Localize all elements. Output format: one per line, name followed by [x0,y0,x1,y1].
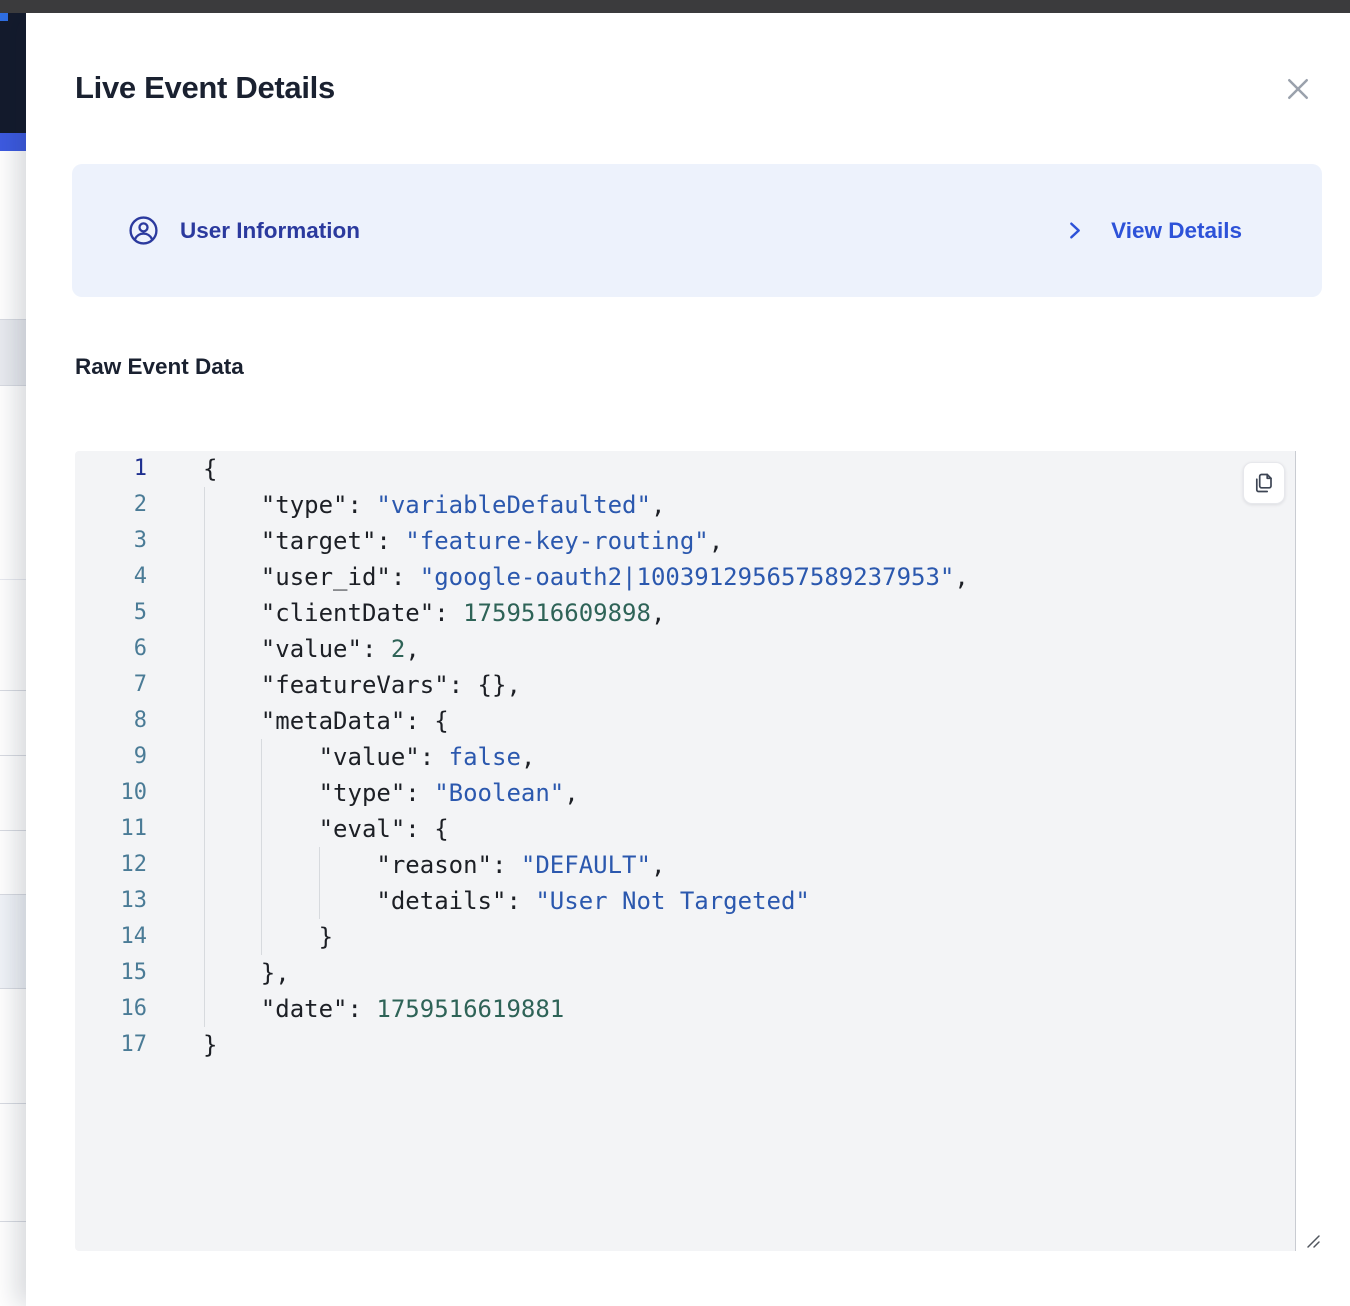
code-line: 7 "featureVars": {}, [75,667,1295,703]
code-line-content: "user_id": "google-oauth2|10039129565758… [203,559,969,595]
background-row-divider [0,690,26,691]
code-line-content: "metaData": { [203,703,449,739]
background-row-divider [0,385,26,386]
x-icon [1283,74,1313,104]
code-line: 5 "clientDate": 1759516609898, [75,595,1295,631]
code-line: 3 "target": "feature-key-routing", [75,523,1295,559]
line-number: 4 [75,559,147,595]
code-line-content: "details": "User Not Targeted" [203,883,810,919]
line-number: 12 [75,847,147,883]
view-details-label: View Details [1111,218,1242,244]
code-line-content: "value": 2, [203,631,420,667]
chevron-right-icon [1062,218,1087,243]
resize-grip[interactable] [1303,1231,1323,1251]
code-line-content: } [203,1027,217,1063]
user-information-group: User Information [128,215,360,246]
background-row-divider [0,319,26,320]
background-table-row-shaded [0,894,26,988]
line-number: 8 [75,703,147,739]
line-number: 6 [75,631,147,667]
background-row-divider [0,894,26,895]
code-line-content: } [203,919,333,955]
line-number: 14 [75,919,147,955]
user-information-banner: User Information View Details [72,164,1322,297]
line-number: 3 [75,523,147,559]
line-number: 17 [75,1027,147,1063]
code-line: 6 "value": 2, [75,631,1295,667]
background-row-divider [0,755,26,756]
code-line: 4 "user_id": "google-oauth2|100391295657… [75,559,1295,595]
page-title: Live Event Details [75,70,335,106]
line-number: 16 [75,991,147,1027]
code-line-content: "value": false, [203,739,535,775]
live-event-details-modal: Live Event Details User Information [26,13,1350,1306]
line-number: 7 [75,667,147,703]
code-line: 8 "metaData": { [75,703,1295,739]
code-line: 11 "eval": { [75,811,1295,847]
window-topbar [0,0,1350,13]
view-details-button[interactable]: View Details [1062,218,1242,244]
close-button[interactable] [1281,72,1315,106]
line-number: 10 [75,775,147,811]
code-line: 16 "date": 1759516619881 [75,991,1295,1027]
background-page-strip [0,13,26,1306]
resize-grip-icon [1304,1232,1322,1250]
code-line: 1{ [75,451,1295,487]
code-scroller: 1{2 "type": "variableDefaulted",3 "targe… [75,451,1295,1251]
code-line: 12 "reason": "DEFAULT", [75,847,1295,883]
line-number: 15 [75,955,147,991]
background-row-divider [0,1221,26,1222]
code-line-content: "featureVars": {}, [203,667,521,703]
background-row-divider [0,988,26,989]
code-line: 2 "type": "variableDefaulted", [75,487,1295,523]
background-row-divider [0,1103,26,1104]
copy-button[interactable] [1243,462,1285,504]
line-number: 1 [75,451,147,487]
code-line: 9 "value": false, [75,739,1295,775]
code-line: 10 "type": "Boolean", [75,775,1295,811]
code-line-content: "clientDate": 1759516609898, [203,595,665,631]
background-row-divider [0,830,26,831]
code-line: 13 "details": "User Not Targeted" [75,883,1295,919]
code-line-content: "date": 1759516619881 [203,991,564,1027]
background-sidebar-header [0,13,26,133]
circle-user-icon [128,215,159,246]
code-line-content: { [203,451,217,487]
background-row-divider [0,579,26,580]
line-number: 9 [75,739,147,775]
code-line-content: "reason": "DEFAULT", [203,847,665,883]
code-line-content: "type": "Boolean", [203,775,579,811]
line-number: 2 [75,487,147,523]
user-information-label: User Information [180,218,360,244]
line-number: 13 [75,883,147,919]
code-line: 15 }, [75,955,1295,991]
code-line-content: "eval": { [203,811,449,847]
background-blue-notch [0,13,8,21]
code-line-content: "target": "feature-key-routing", [203,523,723,559]
code-line: 17} [75,1027,1295,1063]
raw-event-data-editor[interactable]: 1{2 "type": "variableDefaulted",3 "targe… [75,451,1296,1251]
background-table-row-selected [0,319,26,385]
line-number: 5 [75,595,147,631]
code-line-content: "type": "variableDefaulted", [203,487,665,523]
code-line-content: }, [203,955,290,991]
copy-icon [1252,471,1276,495]
line-number: 11 [75,811,147,847]
background-accent-bar [0,133,26,151]
code-line: 14 } [75,919,1295,955]
raw-event-data-heading: Raw Event Data [75,354,244,380]
